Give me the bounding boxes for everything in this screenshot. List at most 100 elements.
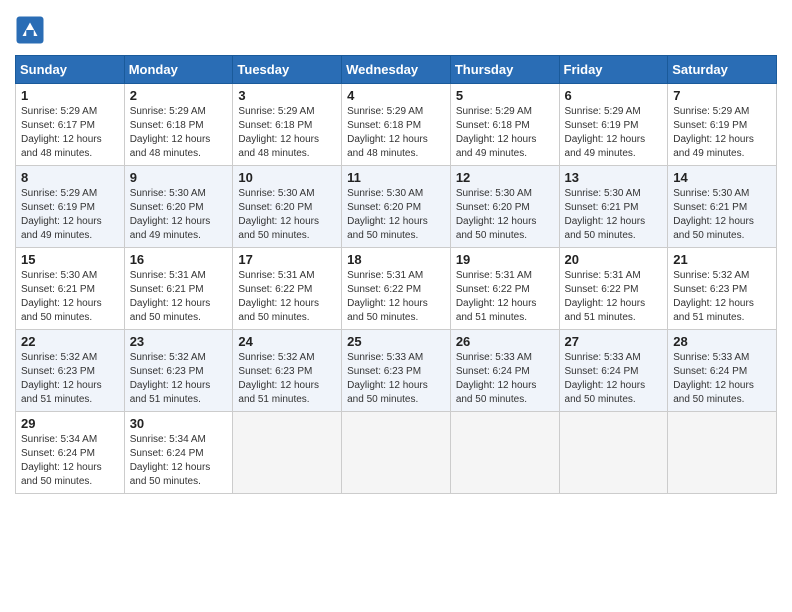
calendar-week-3: 15 Sunrise: 5:30 AMSunset: 6:21 PMDayligh… (16, 248, 777, 330)
day-cell-1: 1 Sunrise: 5:29 AMSunset: 6:17 PMDaylight… (16, 84, 125, 166)
day-cell-30: 30 Sunrise: 5:34 AMSunset: 6:24 PMDayligh… (124, 412, 233, 494)
day-info: Sunrise: 5:34 AMSunset: 6:24 PMDaylight:… (130, 433, 228, 489)
day-cell-21: 21 Sunrise: 5:32 AMSunset: 6:23 PMDayligh… (668, 248, 777, 330)
day-cell-3: 3Sunrise: 5:29 AMSunset: 6:18 PMDaylight… (233, 84, 342, 166)
day-info: Sunrise: 5:33 AMSunset: 6:24 PMDaylight:… (565, 351, 663, 407)
day-cell-14: 14 Sunrise: 5:30 AMSunset: 6:21 PMDayligh… (668, 166, 777, 248)
day-info: Sunrise: 5:32 AMSunset: 6:23 PMDaylight:… (673, 269, 771, 325)
day-number: 29 (21, 416, 119, 431)
calendar-week-2: 8 Sunrise: 5:29 AMSunset: 6:19 PMDaylight… (16, 166, 777, 248)
day-cell-8: 8 Sunrise: 5:29 AMSunset: 6:19 PMDaylight… (16, 166, 125, 248)
day-info: Sunrise: 5:32 AMSunset: 6:23 PMDaylight:… (21, 351, 119, 407)
day-cell-24: 24Sunrise: 5:32 AMSunset: 6:23 PMDayligh… (233, 330, 342, 412)
day-number: 1 (21, 88, 119, 103)
day-cell-13: 13 Sunrise: 5:30 AMSunset: 6:21 PMDayligh… (559, 166, 668, 248)
day-cell-19: 19 Sunrise: 5:31 AMSunset: 6:22 PMDayligh… (450, 248, 559, 330)
day-number: 27 (565, 334, 663, 349)
day-cell-20: 20 Sunrise: 5:31 AMSunset: 6:22 PMDayligh… (559, 248, 668, 330)
day-info: Sunrise: 5:30 AMSunset: 6:20 PMDaylight:… (347, 187, 445, 243)
day-cell-25: 25 Sunrise: 5:33 AMSunset: 6:23 PMDayligh… (342, 330, 451, 412)
day-info: Sunrise: 5:33 AMSunset: 6:23 PMDaylight:… (347, 351, 445, 407)
day-info: Sunrise: 5:33 AMSunset: 6:24 PMDaylight:… (673, 351, 771, 407)
day-number: 21 (673, 252, 771, 267)
day-number: 10 (238, 170, 336, 185)
empty-cell (342, 412, 451, 494)
day-info: Sunrise: 5:29 AMSunset: 6:17 PMDaylight:… (21, 105, 119, 161)
day-number: 16 (130, 252, 228, 267)
day-info: Sunrise: 5:29 AMSunset: 6:19 PMDaylight:… (21, 187, 119, 243)
day-number: 4 (347, 88, 445, 103)
weekday-header-sunday: Sunday (16, 56, 125, 84)
day-number: 3 (238, 88, 336, 103)
day-info: Sunrise: 5:30 AMSunset: 6:21 PMDaylight:… (21, 269, 119, 325)
day-cell-4: 4 Sunrise: 5:29 AMSunset: 6:18 PMDaylight… (342, 84, 451, 166)
day-info: Sunrise: 5:30 AMSunset: 6:20 PMDaylight:… (456, 187, 554, 243)
day-cell-9: 9 Sunrise: 5:30 AMSunset: 6:20 PMDaylight… (124, 166, 233, 248)
weekday-header-wednesday: Wednesday (342, 56, 451, 84)
weekday-header-monday: Monday (124, 56, 233, 84)
day-cell-6: 6 Sunrise: 5:29 AMSunset: 6:19 PMDaylight… (559, 84, 668, 166)
day-number: 17 (238, 252, 336, 267)
weekday-header-friday: Friday (559, 56, 668, 84)
day-number: 28 (673, 334, 771, 349)
day-info: Sunrise: 5:30 AMSunset: 6:20 PMDaylight:… (130, 187, 228, 243)
day-number: 5 (456, 88, 554, 103)
day-number: 20 (565, 252, 663, 267)
day-number: 22 (21, 334, 119, 349)
day-number: 14 (673, 170, 771, 185)
day-info: Sunrise: 5:29 AMSunset: 6:18 PMDaylight:… (347, 105, 445, 161)
day-cell-26: 26Sunrise: 5:33 AMSunset: 6:24 PMDayligh… (450, 330, 559, 412)
day-cell-18: 18 Sunrise: 5:31 AMSunset: 6:22 PMDayligh… (342, 248, 451, 330)
day-info: Sunrise: 5:29 AMSunset: 6:18 PMDaylight:… (130, 105, 228, 161)
day-number: 9 (130, 170, 228, 185)
day-cell-22: 22 Sunrise: 5:32 AMSunset: 6:23 PMDayligh… (16, 330, 125, 412)
empty-cell (559, 412, 668, 494)
day-cell-12: 12 Sunrise: 5:30 AMSunset: 6:20 PMDayligh… (450, 166, 559, 248)
day-number: 13 (565, 170, 663, 185)
day-number: 23 (130, 334, 228, 349)
weekday-header-tuesday: Tuesday (233, 56, 342, 84)
calendar-table: SundayMondayTuesdayWednesdayThursdayFrid… (15, 55, 777, 494)
day-cell-10: 10Sunrise: 5:30 AMSunset: 6:20 PMDayligh… (233, 166, 342, 248)
day-number: 30 (130, 416, 228, 431)
day-number: 6 (565, 88, 663, 103)
day-info: Sunrise: 5:31 AMSunset: 6:22 PMDaylight:… (238, 269, 336, 325)
day-info: Sunrise: 5:30 AMSunset: 6:21 PMDaylight:… (565, 187, 663, 243)
day-number: 25 (347, 334, 445, 349)
day-info: Sunrise: 5:31 AMSunset: 6:22 PMDaylight:… (347, 269, 445, 325)
day-cell-28: 28 Sunrise: 5:33 AMSunset: 6:24 PMDayligh… (668, 330, 777, 412)
day-info: Sunrise: 5:32 AMSunset: 6:23 PMDaylight:… (130, 351, 228, 407)
weekday-header-thursday: Thursday (450, 56, 559, 84)
day-info: Sunrise: 5:31 AMSunset: 6:21 PMDaylight:… (130, 269, 228, 325)
empty-cell (668, 412, 777, 494)
empty-cell (233, 412, 342, 494)
day-number: 12 (456, 170, 554, 185)
day-cell-27: 27 Sunrise: 5:33 AMSunset: 6:24 PMDayligh… (559, 330, 668, 412)
day-info: Sunrise: 5:31 AMSunset: 6:22 PMDaylight:… (456, 269, 554, 325)
day-info: Sunrise: 5:33 AMSunset: 6:24 PMDaylight:… (456, 351, 554, 407)
day-cell-29: 29Sunrise: 5:34 AMSunset: 6:24 PMDayligh… (16, 412, 125, 494)
day-number: 24 (238, 334, 336, 349)
day-cell-17: 17 Sunrise: 5:31 AMSunset: 6:22 PMDayligh… (233, 248, 342, 330)
day-cell-11: 11 Sunrise: 5:30 AMSunset: 6:20 PMDayligh… (342, 166, 451, 248)
day-number: 18 (347, 252, 445, 267)
day-cell-16: 16 Sunrise: 5:31 AMSunset: 6:21 PMDayligh… (124, 248, 233, 330)
day-cell-7: 7Sunrise: 5:29 AMSunset: 6:19 PMDaylight… (668, 84, 777, 166)
weekday-header-saturday: Saturday (668, 56, 777, 84)
empty-cell (450, 412, 559, 494)
day-cell-23: 23 Sunrise: 5:32 AMSunset: 6:23 PMDayligh… (124, 330, 233, 412)
day-info: Sunrise: 5:30 AMSunset: 6:21 PMDaylight:… (673, 187, 771, 243)
day-info: Sunrise: 5:29 AMSunset: 6:18 PMDaylight:… (456, 105, 554, 161)
day-info: Sunrise: 5:29 AMSunset: 6:19 PMDaylight:… (565, 105, 663, 161)
day-number: 15 (21, 252, 119, 267)
day-number: 2 (130, 88, 228, 103)
day-number: 11 (347, 170, 445, 185)
day-number: 19 (456, 252, 554, 267)
day-cell-5: 5 Sunrise: 5:29 AMSunset: 6:18 PMDaylight… (450, 84, 559, 166)
calendar-week-5: 29 Sunrise: 5:34 AMSunset: 6:24 PMDayligh… (16, 412, 777, 494)
day-info: Sunrise: 5:31 AMSunset: 6:22 PMDaylight:… (565, 269, 663, 325)
calendar-week-4: 22 Sunrise: 5:32 AMSunset: 6:23 PMDayligh… (16, 330, 777, 412)
page-header (15, 15, 777, 45)
day-number: 8 (21, 170, 119, 185)
day-cell-15: 15 Sunrise: 5:30 AMSunset: 6:21 PMDayligh… (16, 248, 125, 330)
